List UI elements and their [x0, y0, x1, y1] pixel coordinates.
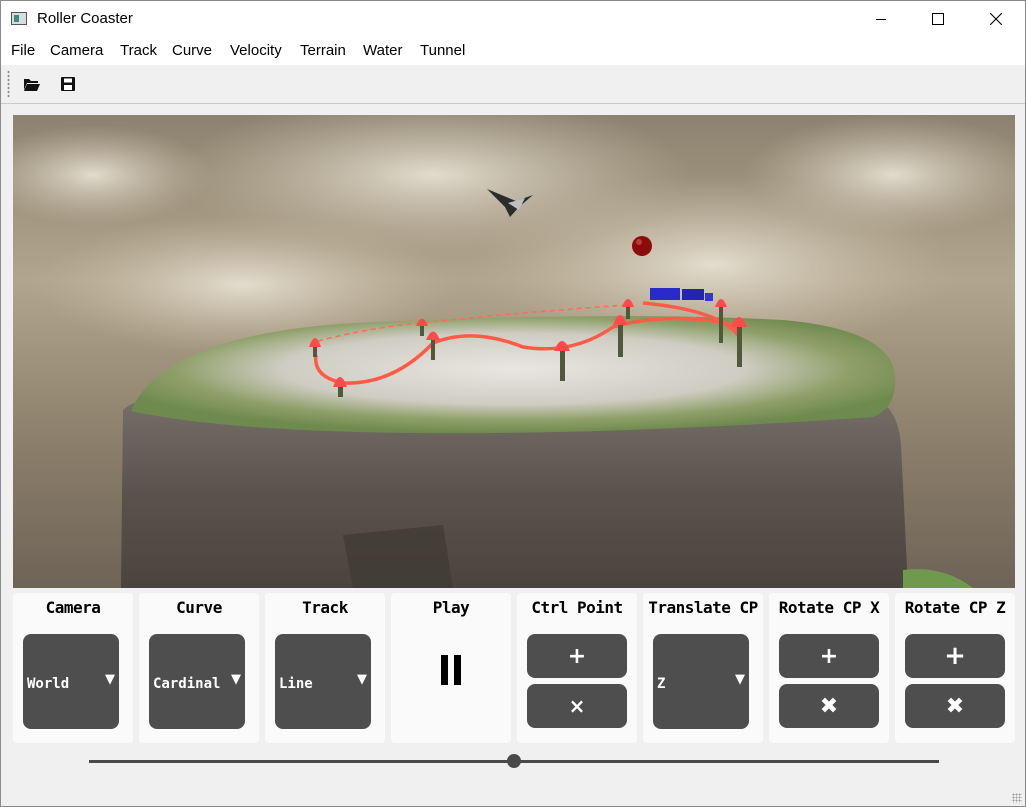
- cave-opening: [343, 525, 453, 588]
- close-icon: ✖: [945, 693, 965, 719]
- title-bar: Roller Coaster: [1, 1, 1025, 37]
- close-icon: [990, 13, 1002, 25]
- window-title: Roller Coaster: [37, 10, 133, 27]
- open-button[interactable]: [20, 72, 44, 96]
- rotate-z-plus-button[interactable]: +: [905, 634, 1005, 678]
- close-icon: ×: [568, 694, 586, 718]
- add-control-point-button[interactable]: +: [527, 634, 627, 678]
- dropdown-arrow-icon: ▼: [231, 672, 241, 687]
- curve-dropdown-value: Cardinal: [153, 676, 221, 692]
- time-slider-handle[interactable]: [507, 754, 521, 768]
- menu-track[interactable]: Track: [119, 42, 158, 59]
- plus-icon: +: [819, 643, 839, 669]
- track-panel: Track Line ▼: [265, 593, 385, 743]
- track-dropdown[interactable]: Line ▼: [275, 634, 371, 729]
- maximize-button[interactable]: [909, 1, 967, 37]
- curve-panel-title: Curve: [176, 598, 222, 617]
- rotate-x-plus-button[interactable]: +: [779, 634, 879, 678]
- plus-icon: +: [944, 641, 966, 671]
- play-panel: Play: [391, 593, 511, 743]
- translate-cp-panel: Translate CP Z ▼: [643, 593, 763, 743]
- rotate-cp-z-panel-title: Rotate CP Z: [904, 598, 1006, 617]
- app-icon: [11, 12, 27, 25]
- plus-icon: +: [567, 643, 587, 669]
- floppy-disk-icon: [61, 77, 75, 91]
- toolbar-grip[interactable]: [7, 70, 10, 98]
- save-button[interactable]: [56, 72, 80, 96]
- menu-velocity[interactable]: Velocity: [229, 42, 283, 59]
- translate-cp-panel-title: Translate CP: [648, 598, 758, 617]
- folder-open-icon: [24, 79, 40, 91]
- minimize-button[interactable]: [852, 1, 910, 37]
- rotate-cp-x-panel: Rotate CP X + ✖: [769, 593, 889, 743]
- camera-dropdown-value: World: [27, 676, 70, 692]
- track-dropdown-value: Line: [279, 676, 313, 692]
- menu-camera[interactable]: Camera: [49, 42, 104, 59]
- rotate-cp-z-panel: Rotate CP Z + ✖: [895, 593, 1015, 743]
- menu-terrain[interactable]: Terrain: [299, 42, 347, 59]
- resize-grip[interactable]: [1012, 793, 1022, 803]
- translate-cp-dropdown[interactable]: Z ▼: [653, 634, 749, 729]
- dropdown-arrow-icon: ▼: [105, 672, 115, 687]
- red-ball: [632, 236, 652, 256]
- close-icon: ✖: [819, 693, 839, 719]
- app-window: Roller Coaster File Camera Track Curve V…: [0, 0, 1026, 807]
- rotate-z-minus-button[interactable]: ✖: [905, 684, 1005, 728]
- pause-icon[interactable]: [391, 655, 511, 685]
- rotate-x-minus-button[interactable]: ✖: [779, 684, 879, 728]
- translate-cp-dropdown-value: Z: [657, 676, 666, 692]
- menu-curve[interactable]: Curve: [171, 42, 213, 59]
- camera-panel: Camera World ▼: [13, 593, 133, 743]
- camera-dropdown[interactable]: World ▼: [23, 634, 119, 729]
- track-panel-title: Track: [302, 598, 348, 617]
- dropdown-arrow-icon: ▼: [735, 672, 745, 687]
- menu-file[interactable]: File: [10, 42, 36, 59]
- rotate-cp-x-panel-title: Rotate CP X: [778, 598, 880, 617]
- maximize-icon: [932, 13, 944, 25]
- close-button[interactable]: [967, 1, 1025, 37]
- menu-tunnel[interactable]: Tunnel: [419, 42, 466, 59]
- delete-control-point-button[interactable]: ×: [527, 684, 627, 728]
- menu-bar: File Camera Track Curve Velocity Terrain…: [1, 37, 1025, 65]
- scene-viewport[interactable]: [13, 115, 1015, 588]
- ctrl-point-panel: Ctrl Point + ×: [517, 593, 637, 743]
- roller-coaster-scene: [13, 115, 1015, 588]
- menu-water[interactable]: Water: [362, 42, 403, 59]
- ctrl-point-panel-title: Ctrl Point: [531, 598, 623, 617]
- dropdown-arrow-icon: ▼: [357, 672, 367, 687]
- toolbar: [1, 66, 1025, 104]
- play-panel-title: Play: [432, 598, 470, 617]
- minimize-icon: [876, 19, 886, 20]
- camera-panel-title: Camera: [45, 598, 101, 617]
- control-panel-row: Camera World ▼ Curve Cardinal ▼ Track Li…: [13, 593, 1017, 745]
- curve-dropdown[interactable]: Cardinal ▼: [149, 634, 245, 729]
- curve-panel: Curve Cardinal ▼: [139, 593, 259, 743]
